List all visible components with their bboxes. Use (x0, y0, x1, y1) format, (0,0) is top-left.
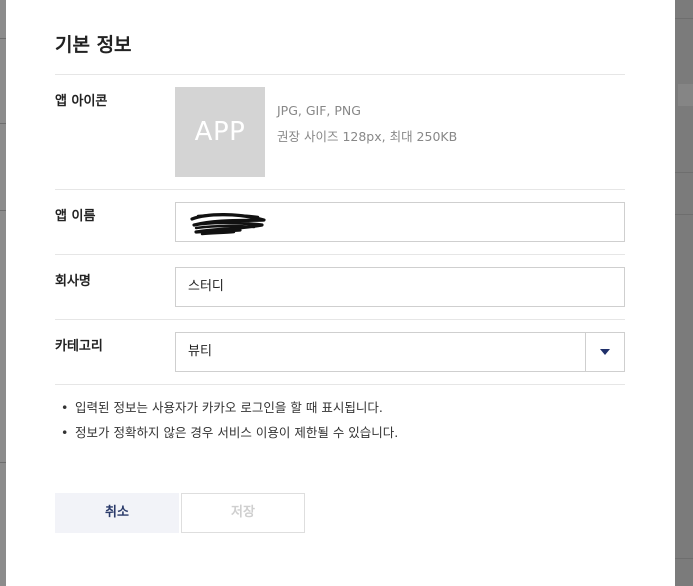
app-icon-placeholder: APP (194, 117, 246, 147)
background-divider (675, 172, 693, 173)
section-divider (55, 74, 625, 75)
app-icon-size-hint: 권장 사이즈 128px, 최대 250KB (277, 129, 458, 144)
category-selected-value: 뷰티 (188, 344, 212, 359)
redaction-scribble (190, 213, 266, 236)
background-page-element (678, 84, 693, 106)
section-divider (55, 384, 625, 385)
row-divider (55, 189, 625, 190)
notice-item: • 정보가 정확하지 않은 경우 서비스 이용이 제한될 수 있습니다. (61, 423, 398, 448)
save-button[interactable]: 저장 (181, 493, 305, 533)
row-divider (55, 319, 625, 320)
bullet: • (61, 400, 69, 415)
bullet: • (61, 425, 69, 440)
app-icon-upload[interactable]: APP (175, 87, 265, 177)
background-divider (675, 214, 693, 215)
app-icon-format-hint: JPG, GIF, PNG (277, 103, 361, 118)
company-name-input[interactable]: 스터디 (175, 267, 625, 307)
app-name-input[interactable] (175, 202, 625, 242)
modal-title: 기본 정보 (55, 34, 132, 56)
cancel-button[interactable]: 취소 (55, 493, 179, 533)
background-divider (675, 558, 693, 559)
app-icon-label: 앱 아이콘 (55, 94, 108, 109)
row-divider (55, 254, 625, 255)
notice-item: • 입력된 정보는 사용자가 카카오 로그인을 할 때 표시됩니다. (61, 398, 398, 423)
basic-info-modal: 기본 정보 앱 아이콘 APP JPG, GIF, PNG 권장 사이즈 128… (6, 0, 675, 586)
app-name-label: 앱 이름 (55, 209, 96, 224)
caret-down-icon[interactable] (586, 333, 624, 371)
notice-list: • 입력된 정보는 사용자가 카카오 로그인을 할 때 표시됩니다. • 정보가 정… (61, 398, 398, 448)
category-label: 카테고리 (55, 339, 103, 354)
background-divider (675, 18, 693, 19)
category-select[interactable]: 뷰티 (175, 332, 625, 372)
company-name-label: 회사명 (55, 274, 91, 289)
